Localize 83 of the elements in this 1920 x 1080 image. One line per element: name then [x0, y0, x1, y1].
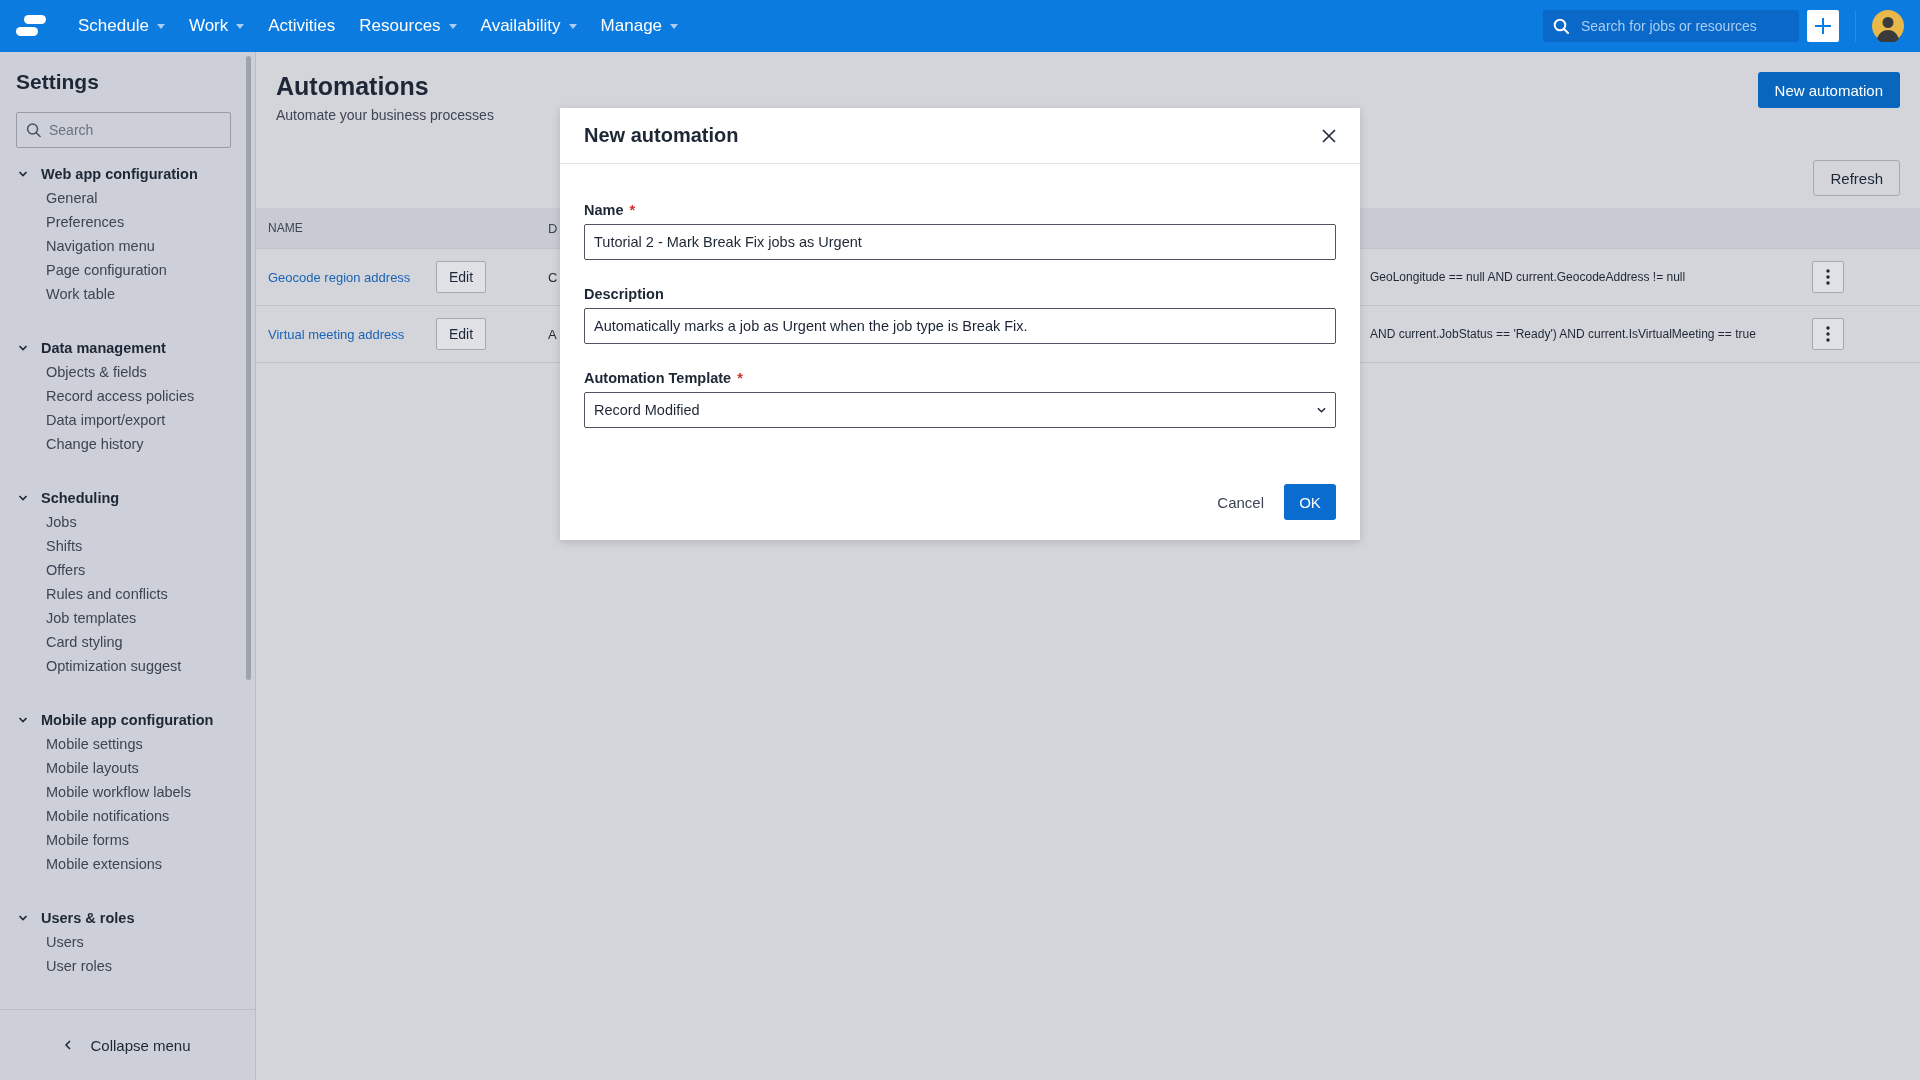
sidebar-group-header[interactable]: Users & roles: [16, 906, 239, 930]
sidebar-item[interactable]: Work table: [16, 282, 239, 306]
cancel-button[interactable]: Cancel: [1211, 492, 1270, 512]
sidebar-item[interactable]: Jobs: [16, 510, 239, 534]
edit-button[interactable]: Edit: [436, 318, 486, 350]
nav-menu-item[interactable]: Schedule: [68, 16, 175, 36]
close-icon[interactable]: [1322, 128, 1336, 143]
chevron-left-icon: [64, 1040, 73, 1050]
sidebar-group-label: Mobile app configuration: [41, 712, 214, 728]
sidebar-title: Settings: [16, 70, 100, 94]
ok-button[interactable]: OK: [1284, 484, 1336, 520]
sidebar-group-header[interactable]: Data management: [16, 336, 239, 360]
search-field[interactable]: Search for jobs or resources: [1543, 10, 1799, 42]
sidebar-group-header[interactable]: Mobile app configuration: [16, 708, 239, 732]
sidebar-item[interactable]: Objects & fields: [16, 360, 239, 384]
chevron-icon: [1317, 407, 1326, 413]
field-label: Description: [584, 286, 664, 302]
sidebar-item[interactable]: User roles: [16, 954, 239, 978]
sidebar-item[interactable]: Mobile settings: [16, 732, 239, 756]
edit-button[interactable]: Edit: [436, 261, 486, 293]
sidebar-item[interactable]: Card styling: [16, 630, 239, 654]
page-title: Automations: [276, 72, 430, 101]
sidebar-item[interactable]: Mobile notifications: [16, 804, 239, 828]
avatar-icon[interactable]: [1872, 10, 1904, 42]
plus-icon: [1814, 17, 1832, 35]
sidebar-item[interactable]: Users: [16, 930, 239, 954]
sidebar-item[interactable]: Data import/export: [16, 408, 239, 432]
input-field[interactable]: Tutorial 2 - Mark Break Fix jobs as Urgent: [584, 224, 1336, 260]
sidebar-item[interactable]: Preferences: [16, 210, 239, 234]
sidebar-group-label: Users & roles: [41, 910, 135, 926]
page-subtitle: Automate your business processes: [276, 107, 494, 123]
table-cell: A: [548, 326, 557, 342]
input-field[interactable]: Automatically marks a job as Urgent when the job type is Break Fix.: [584, 308, 1336, 344]
refresh-button[interactable]: Refresh: [1813, 160, 1900, 196]
sidebar-item[interactable]: Change history: [16, 432, 239, 456]
column-header: D: [548, 220, 558, 236]
sidebar-item[interactable]: Mobile extensions: [16, 852, 239, 876]
field-label: Name: [584, 202, 624, 218]
table-cell: C: [548, 269, 558, 285]
nav-menu-item[interactable]: Work: [178, 16, 255, 36]
field-label: Automation Template: [584, 370, 732, 386]
table-cell: GeoLongitude == null AND current.GeocodeAddress != null: [1370, 270, 1686, 284]
sidebar-item[interactable]: Page configuration: [16, 258, 239, 282]
new-automation-button[interactable]: New automation: [1757, 72, 1900, 108]
sidebar-group-header[interactable]: Web app configuration: [16, 162, 239, 186]
sidebar-group-label: Data management: [41, 340, 166, 356]
sidebar-group-label: Scheduling: [41, 490, 120, 506]
collapse-menu-button[interactable]: Collapse menu: [58, 1035, 197, 1055]
sidebar-group-label: Web app configuration: [41, 166, 198, 182]
sidebar-item[interactable]: Mobile workflow labels: [16, 780, 239, 804]
sidebar-item[interactable]: Offers: [16, 558, 239, 582]
search-icon: [26, 122, 41, 138]
column-header: NAME: [267, 221, 304, 235]
sidebar-item[interactable]: Navigation menu: [16, 234, 239, 258]
more-icon: [1826, 326, 1830, 342]
sidebar-item[interactable]: Shifts: [16, 534, 239, 558]
sidebar-item[interactable]: General: [16, 186, 239, 210]
sidebar-item[interactable]: Record access policies: [16, 384, 239, 408]
sidebar-item[interactable]: Optimization suggest: [16, 654, 239, 678]
search-icon: [1553, 18, 1569, 34]
sidebar-item[interactable]: Rules and conflicts: [16, 582, 239, 606]
nav-menu-item[interactable]: Availability: [470, 16, 587, 36]
table-cell: AND current.JobStatus == 'Ready') AND current.IsVirtualMeeting == true: [1370, 327, 1756, 341]
dropdown-field[interactable]: Record Modified: [584, 392, 1336, 428]
required-mark: *: [737, 370, 743, 386]
sidebar-group-header[interactable]: Scheduling: [16, 486, 239, 510]
nav-menu-item[interactable]: Activities: [258, 16, 346, 36]
nav-menu-item[interactable]: Resources: [349, 16, 467, 36]
sidebar-item[interactable]: Mobile forms: [16, 828, 239, 852]
scrollbar[interactable]: [246, 56, 251, 680]
more-options-button[interactable]: [1812, 261, 1844, 293]
sidebar-item[interactable]: Job templates: [16, 606, 239, 630]
search-field[interactable]: Search: [16, 112, 231, 148]
nav-menu-item[interactable]: Manage: [590, 16, 689, 36]
required-mark: *: [629, 202, 636, 218]
automation-name-link[interactable]: Virtual meeting address: [268, 327, 405, 342]
sidebar-item[interactable]: Mobile layouts: [16, 756, 239, 780]
more-options-button[interactable]: [1812, 318, 1844, 350]
logo-icon[interactable]: [16, 15, 46, 37]
more-icon: [1826, 269, 1830, 285]
add-button[interactable]: [1807, 10, 1839, 42]
dialog-title: New automation: [584, 124, 739, 147]
automation-name-link[interactable]: Geocode region address: [268, 270, 411, 285]
